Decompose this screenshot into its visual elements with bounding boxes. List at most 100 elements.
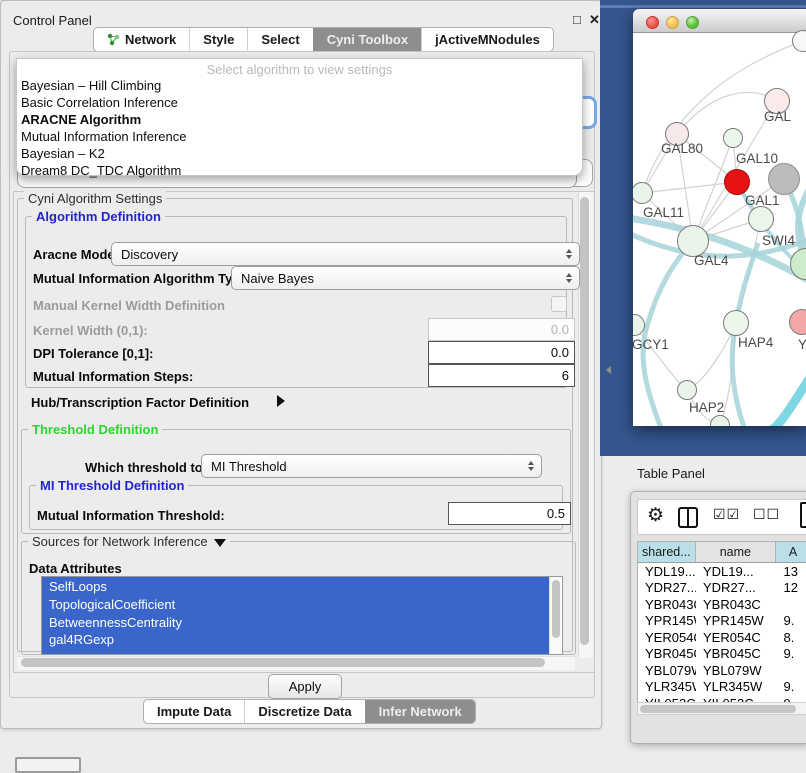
tab-infer-network[interactable]: Infer Network — [365, 700, 475, 723]
algorithm-dropdown-list: Bayesian – Hill ClimbingBasic Correlatio… — [17, 77, 582, 179]
network-icon — [107, 33, 120, 46]
table-row[interactable]: YPR145WYPR145W9. — [638, 613, 806, 630]
table-cell: YER054C — [696, 630, 776, 645]
network-node[interactable] — [724, 169, 750, 195]
split-columns-icon[interactable] — [678, 507, 698, 528]
settings-vertical-scrollbar-thumb[interactable] — [580, 197, 589, 645]
table-row[interactable]: YBL079WYBL079W — [638, 662, 806, 679]
gear-icon[interactable]: ⚙ — [647, 504, 664, 527]
tab-label: Discretize Data — [258, 704, 351, 719]
dpi-tolerance-field[interactable]: 0.0 — [428, 341, 575, 364]
float-window-icon[interactable]: □ — [573, 12, 581, 27]
close-window-icon[interactable]: ✕ — [589, 12, 600, 28]
algorithm-dropdown-item[interactable]: Bayesian – Hill Climbing — [17, 77, 582, 94]
table-column-header[interactable]: name — [696, 542, 776, 562]
network-node-label: GAL11 — [643, 205, 684, 220]
tab-label: Cyni Toolbox — [327, 32, 408, 47]
table-cell: 12 — [776, 580, 806, 595]
data-attribute-item[interactable]: BetweennessCentrality — [42, 614, 549, 632]
aracne-mode-select[interactable]: Discovery — [111, 242, 580, 266]
table-horizontal-scrollbar[interactable] — [637, 702, 806, 715]
minimized-window-fragment[interactable] — [15, 757, 81, 773]
algorithm-dropdown-item[interactable]: ARACNE Algorithm — [17, 111, 582, 128]
table-panel-window: ⚙ ☑☑ ☐☐ shared...nameA YDL19...YDL19...1… — [630, 491, 806, 744]
data-attribute-item[interactable]: gal4RGexp — [42, 631, 549, 649]
mi-threshold-field[interactable]: 0.5 — [448, 502, 571, 525]
tab-impute-data[interactable]: Impute Data — [144, 700, 244, 723]
network-node[interactable] — [748, 206, 774, 232]
spinner-arrows-icon — [566, 249, 572, 259]
settings-horizontal-scrollbar-thumb[interactable] — [21, 658, 545, 667]
tab-cyni-toolbox[interactable]: Cyni Toolbox — [313, 28, 421, 51]
mi-algorithm-type-label: Mutual Information Algorithm Type: — [33, 271, 252, 286]
network-canvas[interactable]: GALGAL80GAL10GAL11GAL1SWI4GAL4GCY1HAP4YH… — [633, 33, 806, 426]
tab-label: Impute Data — [157, 704, 231, 719]
table-row[interactable]: YBR043CYBR043C — [638, 596, 806, 613]
spinner-arrows-icon — [566, 273, 572, 283]
control-panel-window: Control Panel □ ✕ NetworkStyleSelectCyni… — [0, 0, 602, 729]
tab-select[interactable]: Select — [247, 28, 312, 51]
document-icon[interactable] — [800, 502, 806, 528]
tab-network[interactable]: Network — [94, 28, 189, 51]
table-panel-title: Table Panel — [637, 466, 705, 481]
zoom-traffic-light-icon[interactable] — [686, 16, 699, 29]
network-view-window[interactable]: GALGAL80GAL10GAL11GAL1SWI4GAL4GCY1HAP4YH… — [633, 9, 806, 426]
table-row[interactable]: YDR27...YDR27...12 — [638, 580, 806, 597]
minimize-traffic-light-icon[interactable] — [666, 16, 679, 29]
algorithm-dropdown-item[interactable]: Basic Correlation Inference — [17, 94, 582, 111]
panel-divider-collapse-icon[interactable] — [606, 366, 611, 374]
desktop-highlight-line — [600, 5, 806, 8]
expander-expanded-icon[interactable] — [214, 539, 226, 547]
network-node[interactable] — [677, 380, 697, 400]
table-row[interactable]: YIL052CYIL052C9. — [638, 695, 806, 702]
mi-threshold-definition-title: MI Threshold Definition — [36, 478, 188, 493]
tab-label: jActiveMNodules — [435, 32, 540, 47]
table-column-header[interactable]: A — [776, 542, 806, 562]
attributes-scrollbar[interactable] — [549, 577, 562, 654]
network-node-label: GAL4 — [694, 253, 729, 268]
table-row[interactable]: YDL19...YDL19...13 — [638, 563, 806, 580]
algorithm-dropdown-placeholder: Select algorithm to view settings — [17, 59, 582, 77]
table-column-header[interactable]: shared... — [638, 542, 696, 562]
tab-discretize-data[interactable]: Discretize Data — [244, 700, 364, 723]
close-traffic-light-icon[interactable] — [646, 16, 659, 29]
table-cell: YBL079W — [638, 663, 696, 678]
network-node[interactable] — [723, 128, 743, 148]
network-window-titlebar[interactable] — [633, 9, 806, 33]
algorithm-dropdown-item[interactable]: Mutual Information Inference — [17, 128, 582, 145]
expander-collapsed-icon[interactable] — [277, 395, 285, 407]
network-node-label: Y — [798, 337, 806, 352]
cyni-algorithm-settings-title: Cyni Algorithm Settings — [24, 191, 166, 206]
kernel-width-field[interactable]: 0.0 — [428, 318, 575, 341]
aracne-mode-label: Aracne Mode: — [33, 247, 119, 262]
algorithm-dropdown-item[interactable]: Bayesian – K2 — [17, 145, 582, 162]
table-cell: YLR345W — [638, 679, 696, 694]
table-cell: 13 — [776, 564, 806, 579]
table-row[interactable]: YLR345WYLR345W9. — [638, 679, 806, 696]
which-threshold-select[interactable]: MI Threshold — [201, 454, 542, 478]
select-all-checkboxes-icon[interactable]: ☑☑ — [713, 506, 740, 523]
table-cell: 9. — [776, 679, 806, 694]
data-attribute-item[interactable]: SelfLoops — [42, 578, 549, 596]
table-cell: YBR045C — [638, 646, 696, 661]
tab-style[interactable]: Style — [189, 28, 247, 51]
tab-label: Network — [125, 32, 176, 47]
tab-jactivemnodules[interactable]: jActiveMNodules — [421, 28, 553, 51]
algorithm-dropdown-item[interactable]: Dream8 DC_TDC Algorithm — [17, 162, 582, 179]
network-node[interactable] — [723, 310, 749, 336]
data-attribute-item[interactable]: TopologicalCoefficient — [42, 596, 549, 614]
table-row[interactable]: YER054CYER054C8. — [638, 629, 806, 646]
sources-title: Sources for Network Inference — [32, 534, 208, 549]
mi-algorithm-type-select[interactable]: Naive Bayes — [231, 266, 580, 290]
mi-steps-field[interactable]: 6 — [428, 364, 575, 387]
table-row[interactable]: YBR045CYBR045C9. — [638, 646, 806, 663]
attributes-scrollbar-thumb[interactable] — [552, 580, 560, 638]
network-node[interactable] — [768, 163, 800, 195]
deselect-all-checkboxes-icon[interactable]: ☐☐ — [753, 506, 780, 523]
table-cell: YDL19... — [696, 564, 776, 579]
tab-label: Select — [261, 32, 299, 47]
manual-kernel-width-checkbox[interactable] — [551, 296, 567, 312]
apply-button[interactable]: Apply — [268, 674, 342, 699]
table-horizontal-scrollbar-thumb[interactable] — [640, 705, 796, 713]
table-cell: YBR043C — [696, 597, 776, 612]
